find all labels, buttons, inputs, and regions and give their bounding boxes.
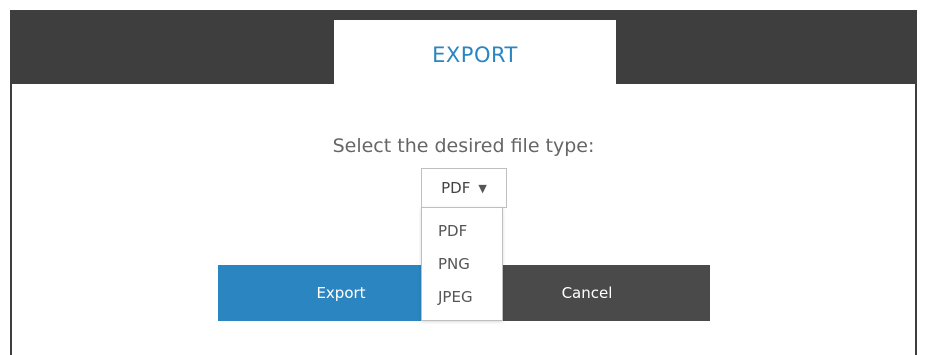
file-type-dropdown-menu: PDF PNG JPEG [421, 207, 503, 321]
file-type-selected-value: PDF [441, 179, 471, 197]
cancel-button-label: Cancel [561, 284, 613, 302]
tab-export[interactable]: EXPORT [334, 20, 616, 90]
dropdown-option-pdf[interactable]: PDF [422, 214, 502, 247]
chevron-down-icon: ▼ [478, 181, 487, 195]
dropdown-option-jpeg[interactable]: JPEG [422, 281, 502, 314]
file-type-select[interactable]: PDF ▼ [421, 168, 507, 208]
dropdown-option-png[interactable]: PNG [422, 247, 502, 280]
export-button-label: Export [316, 284, 366, 302]
file-type-prompt: Select the desired file type: [332, 135, 595, 157]
tab-export-label: EXPORT [432, 43, 518, 67]
